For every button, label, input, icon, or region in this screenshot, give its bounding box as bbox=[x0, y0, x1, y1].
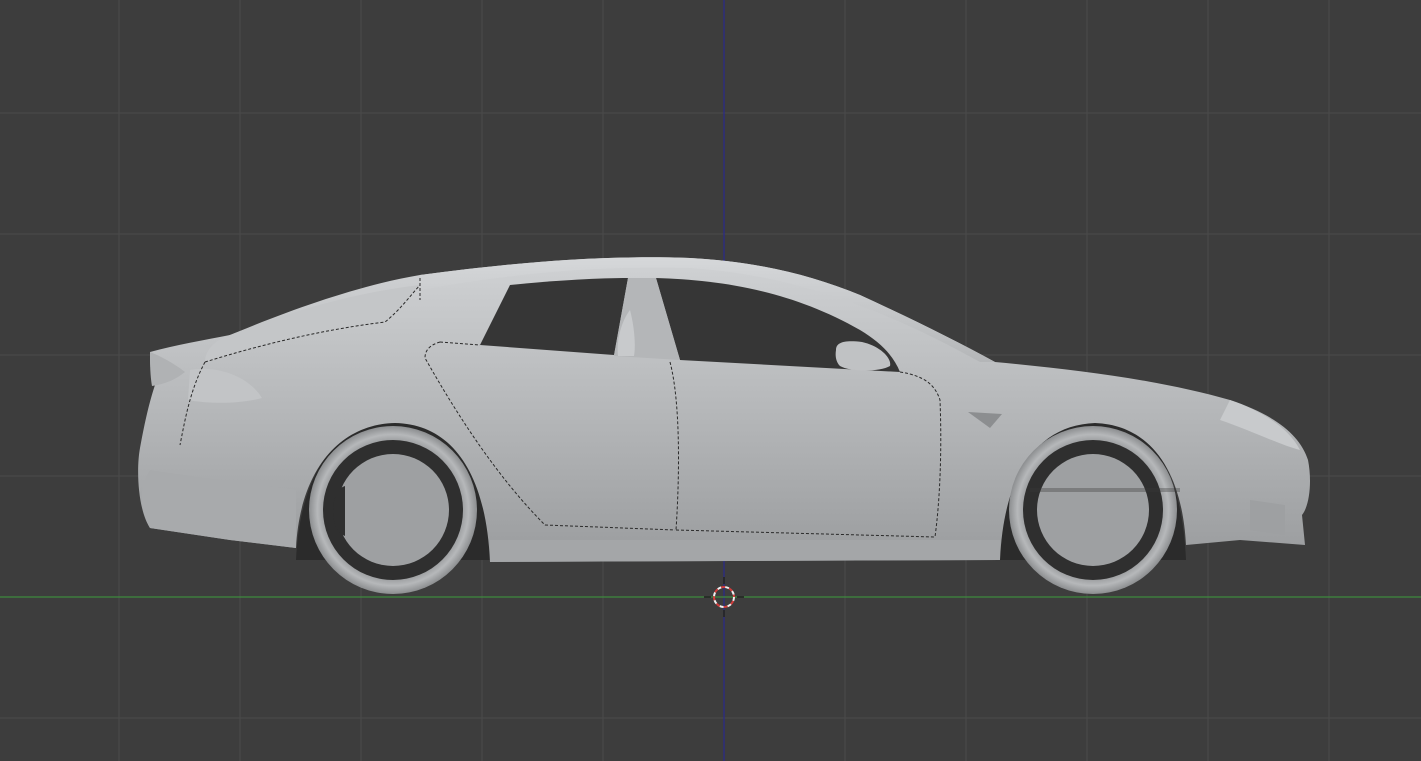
front-intake bbox=[1250, 500, 1285, 535]
rear-wheel bbox=[309, 426, 477, 594]
3d-viewport[interactable] bbox=[0, 0, 1421, 761]
viewport-canvas[interactable] bbox=[0, 0, 1421, 761]
side-skirt bbox=[490, 540, 1000, 562]
car-model[interactable] bbox=[138, 257, 1311, 594]
